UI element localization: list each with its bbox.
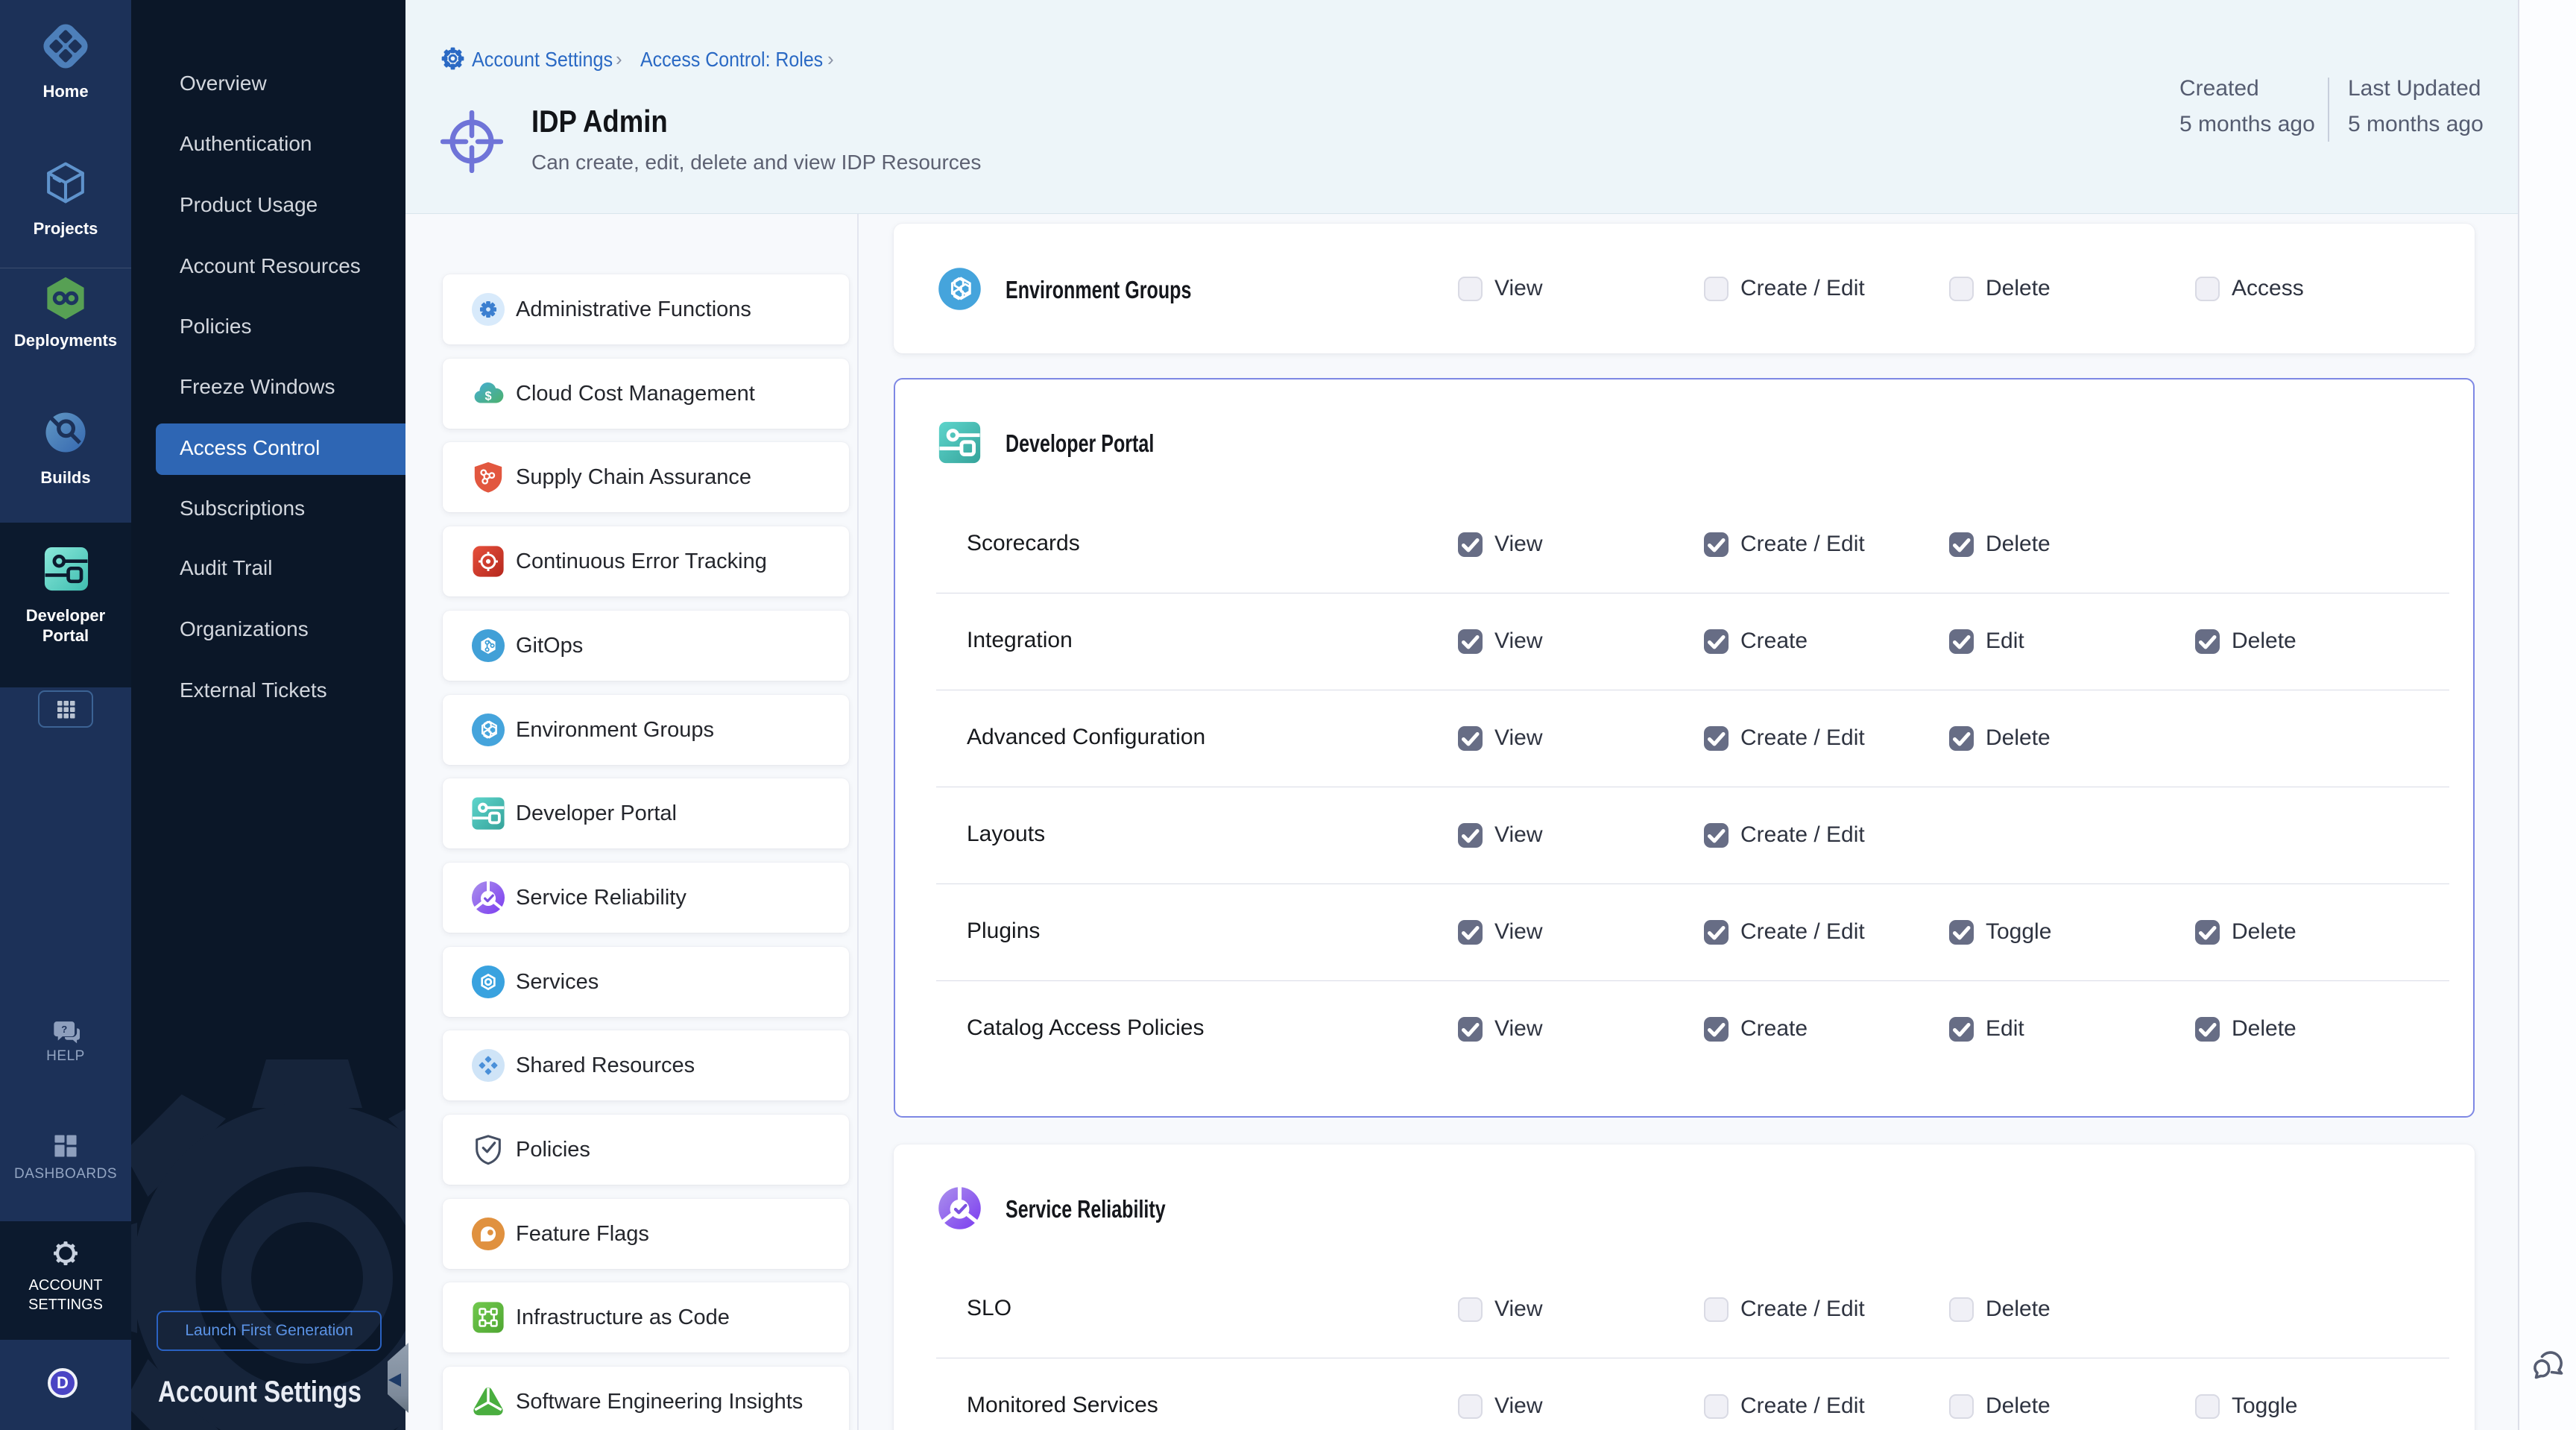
svg-text:?: ? (61, 1024, 67, 1035)
svg-text:$: $ (484, 390, 491, 403)
